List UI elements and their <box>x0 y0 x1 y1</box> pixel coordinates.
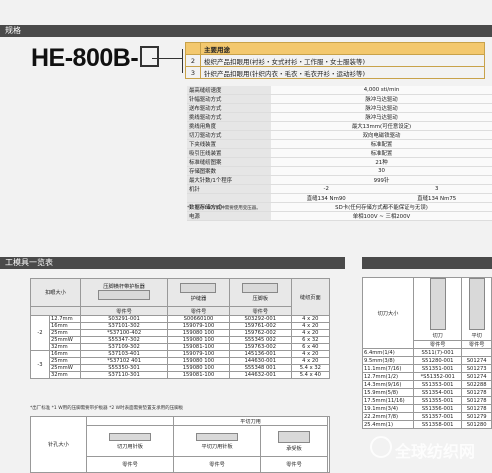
table-row: 6.4mm(1/4) S511(7)-001 <box>362 348 492 357</box>
usage-heading: 主要用途 <box>200 42 485 55</box>
table-row: 15.9mm(5/8) S51354-001 S01278 <box>362 388 492 397</box>
table-row: 22.2mm(7/8) S51357-001 S01279 <box>362 412 492 421</box>
spec-row: 针幅驱动方式 脉冲马达驱动 <box>187 94 492 104</box>
flat-knife-illustration <box>468 278 485 331</box>
spec-row: 挑线驱动方式 脉冲马达驱动 <box>187 112 492 122</box>
table-row: 25mm *S37102 401 159080 100 144630-001 4 x 2… <box>31 357 331 365</box>
col-plate: 压脚板 <box>228 278 292 307</box>
table-row: 14.3mm(9/16) S51353-001 S02288 <box>362 380 492 389</box>
col-guard: 护缝器 <box>167 278 230 307</box>
spec-row: 最大针数/1个程序 999针 <box>187 175 492 185</box>
table-row: 32mm S37109-302 159081-100 159763-002 6 x 40 <box>31 343 331 351</box>
guard-illustration <box>180 283 217 293</box>
spec-row: 机针 -2 3 <box>187 184 492 194</box>
usage-text: 针织产品扣眼用(针织内衣・毛衣・毛衣开衫・运动衫等) <box>200 66 485 79</box>
col-size: 扣眼大小 <box>30 278 81 307</box>
connector-line <box>152 58 182 59</box>
spec-row: 送布驱动方式 脉冲马达驱动 <box>187 103 492 113</box>
table-row: 25mmW S55350-301 159080 100 S55348 001 5.4 x… <box>31 364 331 372</box>
tools-table: 扣眼大小 压脚横杆带护板器 护缝器 压脚板 缝纫页面 零件号 零件号 零件号 -… <box>30 278 331 379</box>
watermark-logo-icon <box>370 436 392 458</box>
watermark-text: 全球纺织网 <box>395 444 476 461</box>
spec-row: 存储图案数 30 <box>187 166 492 176</box>
plate-illustration <box>242 283 279 293</box>
needle-plate-illustration <box>109 432 152 441</box>
spec-row: 吸引压线装置 标准配置 <box>187 148 492 158</box>
table-row: -2 12.7mm S03291-001 S00660100 S03292-001 4 x… <box>30 315 331 351</box>
table-row: 16mm S37101-302 159079-100 159761-002 4 x 20 <box>31 322 331 330</box>
table-row: 11.1mm(7/16) S51351-001 S01273 <box>362 364 492 373</box>
spec-row: 直缝134 Nm90 直缝134 Nm75 <box>187 193 492 203</box>
table-row: 19.1mm(3/4) S51356-001 S01278 <box>362 404 492 413</box>
table-row: 25mmW S55347-302 159080 100 S55345 002 6 x 3… <box>31 336 331 344</box>
tools-note: *出厂标准 *1 W用的压脚需要带护板器 *2 W时表面需要垫置支承用的压脚板 <box>30 406 184 411</box>
spec-header-bar: 规格 <box>0 25 492 37</box>
spec-row: 挑线用角度 最大13mm(可任意设定) <box>187 121 492 131</box>
needle-table: 针孔大小 平切刀用 切刀用针板 平切刀用针板 承受板 零件号 零件号 零件号 <box>30 416 331 473</box>
col-presser: 压脚横杆带护板器 <box>79 278 169 307</box>
tools-section-title: 工模具一览表 <box>5 258 53 267</box>
table-row: 32mm S37110-301 159081-100 144632-001 5.4 x … <box>31 371 331 379</box>
spec-row: 下夹线装置 标准配置 <box>187 139 492 149</box>
col-plate2: 缝纫页面 <box>290 278 331 316</box>
flat-needle-plate-illustration <box>196 432 239 441</box>
model-name: HE-800B- <box>31 44 139 72</box>
table-row: 25.4mm(1) S51358-001 S01280 <box>362 420 492 429</box>
knife-illustration <box>429 278 446 331</box>
usage-num: 3 <box>185 66 201 79</box>
spec-row: 标准缝纫图案 21种 <box>187 157 492 167</box>
needle-size-label: 针孔大小 <box>30 416 87 473</box>
spec-note: *1: 装有100V机种需要使用变压器。 <box>187 206 261 211</box>
tools-header-bar: 工模具一览表 <box>0 257 345 269</box>
knife-table: 切刀大小 切刀 平切 零件号 零件号 6.4mm(1/4) S511(7)-001… <box>362 277 492 429</box>
spec-table: 最高缝纫速度 4,000 sti/min 针幅驱动方式 脉冲马达驱动 送布驱动方式脉… <box>187 86 492 221</box>
right-header-bar <box>362 257 492 269</box>
table-row: 12.7mm(1/2) *S51352-001 S01274 <box>362 372 492 381</box>
spec-row: 最高缝纫速度 4,000 sti/min <box>187 86 492 95</box>
spec-header-title: 规格 <box>5 26 21 35</box>
spec-row: 切刀驱动方式 双向电磁铁驱动 <box>187 130 492 140</box>
table-row: 9.5mm(3/8) S51280-001 S01274 <box>362 356 492 365</box>
presser-illustration <box>98 290 151 300</box>
support-plate-illustration <box>278 430 311 443</box>
table-row: 25mm *S37100-402 159080 100 159762-002 4 x 2… <box>31 329 331 337</box>
knife-size-label: 切刀大小 <box>362 277 414 349</box>
usage-num: 2 <box>185 54 201 67</box>
spec-row: 电源 单相100V ~ 三相200V <box>187 211 492 221</box>
needle-group-label: 平切刀用 <box>173 416 328 426</box>
usage-text: 梭织产品扣眼用(衬衫・女式衬衫・工作服・女士服装等) <box>200 54 485 67</box>
usage-table: 主要用途 2 梭织产品扣眼用(衬衫・女式衬衫・工作服・女士服装等) 3 针织产品扣眼… <box>185 42 485 79</box>
model-title: HE-800B- <box>31 44 160 73</box>
table-row: -3 16mm S37103-401 159079-100 145136-001 4 x … <box>30 350 331 379</box>
model-variant-box <box>140 46 160 67</box>
connector-line <box>182 49 183 73</box>
table-row: 17.5mm(11/16) S51355-001 S01278 <box>362 396 492 405</box>
